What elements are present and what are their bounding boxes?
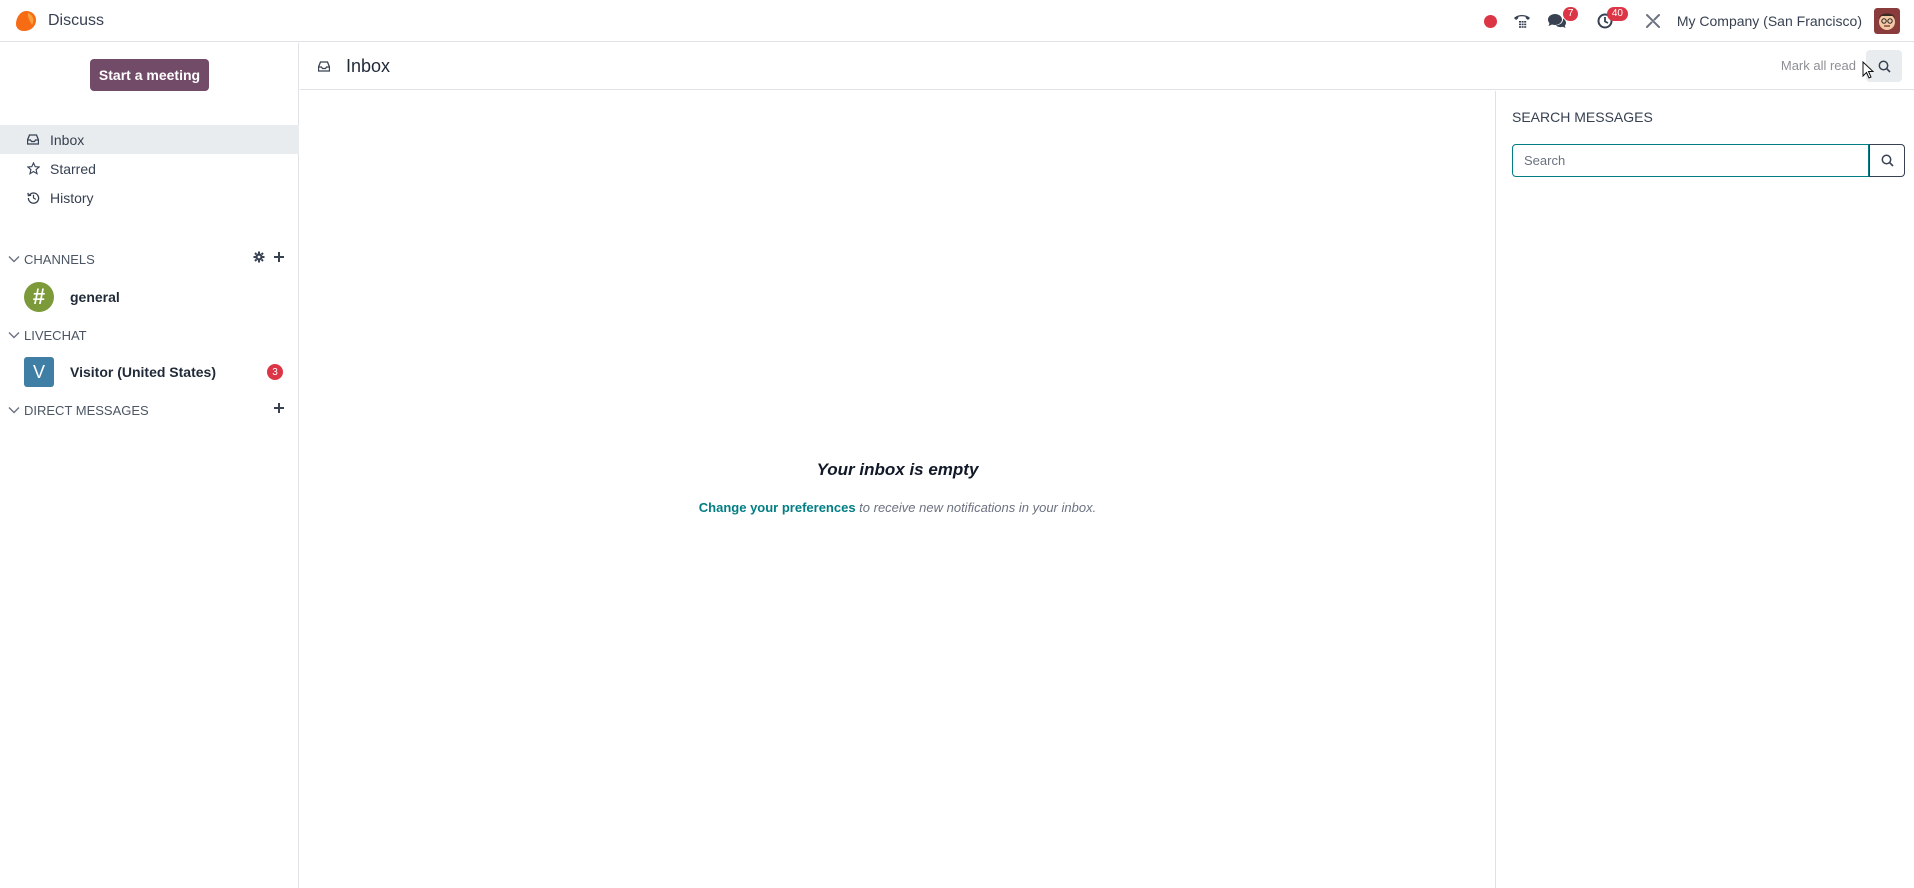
company-switcher[interactable]: My Company (San Francisco) (1669, 13, 1874, 29)
search-panel-title: SEARCH MESSAGES (1512, 109, 1653, 125)
mark-all-read-button[interactable]: Mark all read (1781, 58, 1856, 73)
discuss-logo-icon (16, 10, 36, 31)
sidebar-item-inbox[interactable]: Inbox (0, 125, 299, 154)
top-navbar: Discuss 7 40 My Company (San Francisco) (0, 0, 1914, 42)
history-icon (26, 191, 40, 205)
channel-item-general[interactable]: # general (0, 278, 299, 316)
messages-badge: 7 (1562, 7, 1579, 21)
visitor-avatar: V (24, 357, 54, 387)
navbar-systray: 7 40 My Company (San Francisco) (1476, 0, 1914, 42)
sidebar-item-label: Inbox (50, 131, 85, 148)
voip-button[interactable] (1505, 0, 1539, 42)
discuss-sidebar: Start a meeting Inbox Starred History CH… (0, 43, 299, 888)
activities-menu[interactable]: 40 (1589, 0, 1637, 42)
empty-inbox-title: Your inbox is empty (816, 460, 979, 479)
category-label: LIVECHAT (24, 327, 87, 343)
category-channels[interactable]: CHANNELS (0, 247, 299, 271)
sidebar-item-label: History (50, 189, 94, 206)
chevron-down-icon (8, 256, 20, 263)
empty-inbox-hint: to receive new notifications in your inb… (855, 500, 1097, 515)
change-preferences-link[interactable]: Change your preferences (699, 500, 856, 515)
sidebar-item-history[interactable]: History (0, 183, 299, 212)
app-brand[interactable]: Discuss (0, 0, 104, 41)
recording-indicator[interactable] (1476, 0, 1505, 42)
inbox-icon (318, 59, 332, 73)
unread-badge: 3 (267, 364, 283, 380)
sidebar-item-label: Starred (50, 160, 96, 177)
search-icon (1878, 60, 1891, 73)
phone-dialpad-icon (1513, 15, 1530, 28)
tools-icon (1645, 14, 1660, 28)
record-dot-icon (1483, 14, 1497, 28)
mouse-cursor-icon (1862, 61, 1874, 79)
user-avatar[interactable] (1874, 8, 1900, 34)
debug-tools-button[interactable] (1637, 0, 1669, 42)
thread-content: Your inbox is empty Change your preferen… (300, 91, 1495, 888)
empty-inbox-message: Change your preferences to receive new n… (300, 500, 1495, 515)
inbox-icon (26, 133, 40, 147)
channel-name: general (70, 289, 120, 305)
messages-menu[interactable]: 7 (1539, 0, 1589, 42)
thread-title: Inbox (346, 55, 391, 76)
add-channel-icon[interactable] (273, 251, 285, 263)
channel-avatar: # (24, 282, 54, 312)
hash-icon: # (32, 284, 46, 309)
chevron-down-icon (8, 332, 20, 339)
sidebar-item-starred[interactable]: Starred (0, 154, 299, 183)
search-icon (1881, 154, 1894, 167)
search-submit-button[interactable] (1869, 144, 1905, 177)
livechat-name: Visitor (United States) (70, 364, 216, 380)
activities-badge: 40 (1606, 7, 1628, 21)
livechat-item-visitor[interactable]: V Visitor (United States) 3 (0, 353, 299, 391)
thread-header: Inbox Mark all read (300, 43, 1914, 90)
chevron-down-icon (8, 407, 20, 414)
add-direct-message-icon[interactable] (273, 402, 285, 414)
category-label: CHANNELS (24, 251, 95, 267)
app-name: Discuss (48, 11, 105, 29)
category-label: DIRECT MESSAGES (24, 402, 149, 418)
category-livechat[interactable]: LIVECHAT (0, 323, 299, 347)
avatar-initial: V (32, 361, 45, 382)
category-direct-messages[interactable]: DIRECT MESSAGES (0, 398, 299, 422)
gear-icon[interactable] (253, 251, 265, 263)
start-meeting-button[interactable]: Start a meeting (90, 59, 209, 91)
star-icon (26, 162, 40, 176)
search-messages-panel: SEARCH MESSAGES (1495, 91, 1914, 888)
search-input[interactable] (1512, 144, 1869, 177)
